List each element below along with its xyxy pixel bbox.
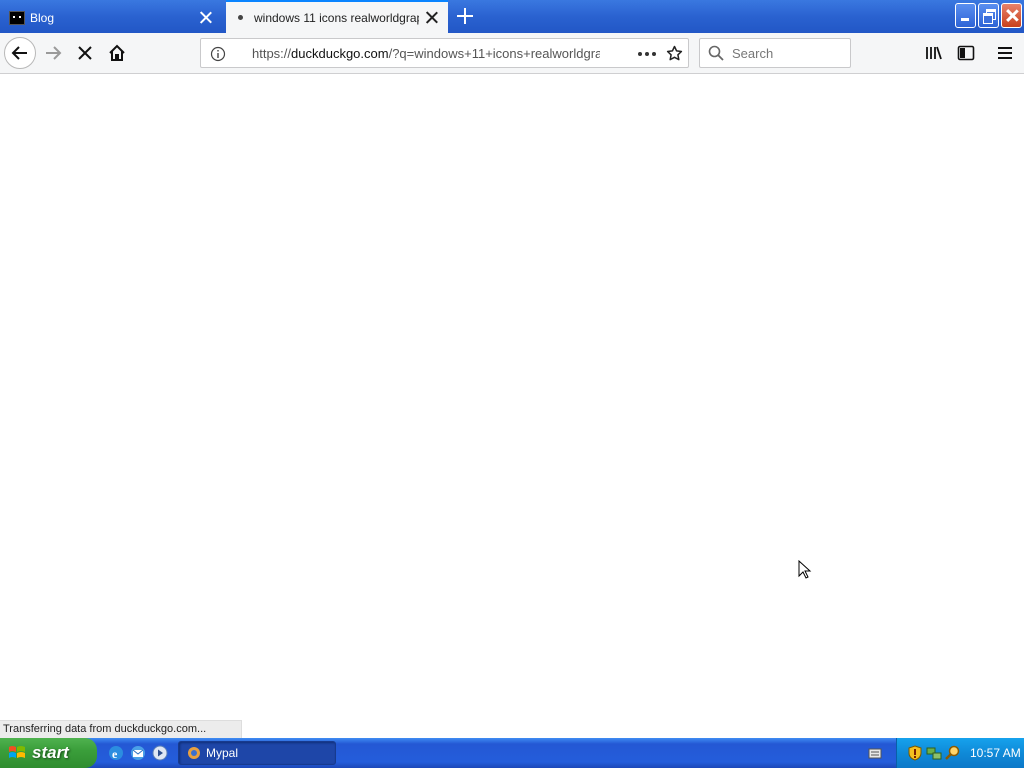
- taskbar-item-label: Mypal: [206, 746, 239, 760]
- outlook-express-icon[interactable]: [129, 744, 147, 762]
- windows-logo-icon: [9, 746, 25, 758]
- url-host: duckduckgo.com: [291, 46, 389, 61]
- hamburger-menu-button[interactable]: [989, 37, 1021, 69]
- taskbar: start e Mypal 10:57 AM: [0, 738, 1024, 768]
- tab-title: windows 11 icons realworldgraphics: [254, 10, 419, 25]
- sidebar-button[interactable]: [950, 37, 982, 69]
- search-icon: [708, 45, 724, 61]
- system-tray: 10:57 AM: [896, 738, 1024, 768]
- mouse-cursor-icon: [798, 560, 812, 579]
- loading-dot-icon: [238, 15, 243, 20]
- media-player-icon[interactable]: [151, 744, 169, 762]
- mypal-icon: [188, 747, 200, 759]
- stop-x-icon: [78, 46, 92, 60]
- search-bar[interactable]: Search: [699, 38, 851, 68]
- page-actions-icon[interactable]: [638, 52, 656, 56]
- library-icon: [926, 46, 942, 60]
- tab-blog[interactable]: Blog: [0, 2, 224, 33]
- network-icon[interactable]: [926, 745, 942, 761]
- close-tab-icon[interactable]: [425, 11, 438, 24]
- internet-explorer-icon[interactable]: e: [107, 744, 125, 762]
- tab-title: Blog: [30, 10, 55, 25]
- taskbar-item-mypal[interactable]: Mypal: [178, 741, 336, 765]
- keyboard-layout-icon[interactable]: [868, 746, 882, 760]
- clock: 10:57 AM: [970, 746, 1021, 760]
- tab-bar: Blog windows 11 icons realworldgraphics: [0, 0, 1024, 33]
- library-button[interactable]: [918, 37, 950, 69]
- tab-active[interactable]: windows 11 icons realworldgraphics: [226, 0, 448, 33]
- home-button[interactable]: [101, 37, 133, 69]
- blog-favicon-icon: [9, 10, 25, 25]
- minimize-button[interactable]: [955, 3, 976, 28]
- start-button[interactable]: start: [0, 738, 97, 768]
- url-text[interactable]: https://duckduckgo.com/?q=windows+11+ico…: [252, 46, 600, 61]
- status-bar: Transferring data from duckduckgo.com...: [0, 720, 242, 738]
- search-tray-icon[interactable]: [945, 745, 961, 761]
- svg-text:e: e: [112, 747, 118, 761]
- arrow-right-icon: [46, 46, 62, 60]
- url-rest: /?q=windows+11+icons+realworldgraphics: [388, 46, 600, 61]
- search-placeholder: Search: [732, 46, 774, 61]
- hamburger-menu-icon: [998, 47, 1012, 59]
- start-label: start: [32, 743, 69, 762]
- info-icon[interactable]: [210, 46, 226, 62]
- arrow-left-icon: [11, 46, 27, 60]
- close-tab-icon[interactable]: [199, 11, 212, 24]
- restore-button[interactable]: [978, 3, 999, 28]
- close-window-button[interactable]: [1001, 3, 1022, 28]
- stop-button[interactable]: [69, 37, 101, 69]
- sidebar-icon: [957, 45, 975, 61]
- home-icon: [109, 44, 125, 61]
- new-tab-button[interactable]: [457, 8, 473, 24]
- forward-button[interactable]: [37, 37, 69, 69]
- page-content: [0, 74, 1024, 720]
- security-shield-icon[interactable]: [907, 745, 923, 761]
- url-bar[interactable]: https://duckduckgo.com/?q=windows+11+ico…: [200, 38, 689, 68]
- back-button[interactable]: [4, 37, 36, 69]
- navigation-toolbar: https://duckduckgo.com/?q=windows+11+ico…: [0, 33, 1024, 74]
- bookmark-star-icon[interactable]: [666, 45, 683, 62]
- url-prefix: https://: [252, 46, 292, 61]
